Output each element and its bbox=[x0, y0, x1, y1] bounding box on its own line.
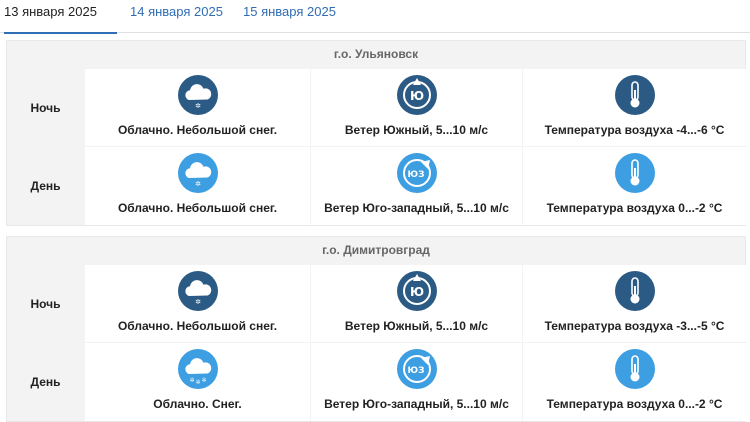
weather-cell: ✲ Облачно. Небольшой снег. bbox=[85, 69, 310, 146]
wind-text: Ветер Южный, 5...10 м/с bbox=[344, 319, 489, 333]
weather-text: Облачно. Небольшой снег. bbox=[117, 201, 278, 215]
temperature-cell: Температура воздуха 0...-2 °C bbox=[523, 147, 746, 225]
temperature-text: Температура воздуха -4...-6 °C bbox=[544, 123, 725, 137]
wind-text: Ветер Южный, 5...10 м/с bbox=[344, 123, 489, 137]
weather-cell: ✲ ✲ ✲ Облачно. Снег. bbox=[85, 343, 310, 421]
tab-15-january[interactable]: 15 января 2025 bbox=[243, 0, 336, 33]
tab-13-january[interactable]: 13 января 2025 bbox=[4, 0, 117, 34]
city-name: г.о. Ульяновск bbox=[333, 47, 419, 61]
forecast-row-day: День ✲ Облачно. Небольшой снег. ЮЗ Ветер… bbox=[7, 147, 746, 225]
wind-text: Ветер Юго-западный, 5...10 м/с bbox=[324, 397, 509, 411]
temperature-text: Температура воздуха -3...-5 °C bbox=[544, 319, 725, 333]
wind-southwest-icon: ЮЗ bbox=[396, 153, 437, 193]
period-label: Ночь bbox=[30, 100, 61, 115]
tab-14-january[interactable]: 14 января 2025 bbox=[130, 0, 223, 33]
wind-southwest-icon: ЮЗ bbox=[396, 349, 437, 389]
weather-cell: ✲ Облачно. Небольшой снег. bbox=[85, 265, 310, 342]
thermometer-icon bbox=[614, 271, 655, 311]
cloud-snow-icon: ✲ bbox=[177, 271, 218, 311]
date-tabs: 13 января 2025 14 января 2025 15 января … bbox=[0, 0, 750, 34]
period-label: День bbox=[30, 375, 61, 389]
svg-text:✲: ✲ bbox=[195, 379, 200, 386]
cloud-heavy-snow-icon: ✲ ✲ ✲ bbox=[177, 349, 218, 389]
period-label: День bbox=[30, 179, 61, 193]
thermometer-icon bbox=[614, 153, 655, 193]
weather-text: Облачно. Небольшой снег. bbox=[117, 123, 278, 137]
svg-text:✲: ✲ bbox=[195, 180, 201, 188]
thermometer-icon bbox=[614, 349, 655, 389]
weather-text: Облачно. Снег. bbox=[153, 397, 242, 411]
city-forecast-block: г.о. Димитровград Ночь ✲ Облачно. Неболь… bbox=[6, 236, 746, 422]
wind-text: Ветер Юго-западный, 5...10 м/с bbox=[324, 201, 509, 215]
thermometer-icon bbox=[614, 75, 655, 115]
temperature-text: Температура воздуха 0...-2 °C bbox=[546, 201, 723, 215]
svg-text:✲: ✲ bbox=[195, 102, 201, 110]
svg-text:✲: ✲ bbox=[201, 377, 206, 384]
svg-text:Ю: Ю bbox=[409, 89, 423, 103]
cloud-snow-icon: ✲ bbox=[177, 153, 218, 193]
cloud-snow-icon: ✲ bbox=[177, 75, 218, 115]
temperature-cell: Температура воздуха 0...-2 °C bbox=[523, 343, 746, 421]
tab-label: 13 января 2025 bbox=[4, 4, 97, 19]
wind-south-icon: Ю bbox=[396, 271, 437, 311]
wind-cell: Ю Ветер Южный, 5...10 м/с bbox=[311, 265, 522, 342]
wind-cell: ЮЗ Ветер Юго-западный, 5...10 м/с bbox=[311, 147, 522, 225]
temperature-text: Температура воздуха 0...-2 °C bbox=[546, 397, 723, 411]
wind-cell: ЮЗ Ветер Юго-западный, 5...10 м/с bbox=[311, 343, 522, 421]
tab-label: 15 января 2025 bbox=[243, 4, 336, 19]
weather-cell: ✲ Облачно. Небольшой снег. bbox=[85, 147, 310, 225]
forecast-row-day: День ✲ ✲ ✲ Облачно. Снег. ЮЗ Ветер Юго-зап… bbox=[7, 343, 746, 421]
city-name: г.о. Димитровград bbox=[322, 243, 430, 257]
svg-text:✲: ✲ bbox=[189, 377, 194, 384]
tab-label: 14 января 2025 bbox=[130, 4, 223, 19]
svg-text:✲: ✲ bbox=[195, 298, 201, 306]
wind-south-icon: Ю bbox=[396, 75, 437, 115]
period-label: Ночь bbox=[30, 296, 61, 311]
svg-text:ЮЗ: ЮЗ bbox=[407, 170, 424, 180]
city-forecast-block: г.о. Ульяновск Ночь ✲ Облачно. Небольшой… bbox=[6, 40, 746, 226]
temperature-cell: Температура воздуха -3...-5 °C bbox=[523, 265, 746, 342]
temperature-cell: Температура воздуха -4...-6 °C bbox=[523, 69, 746, 146]
weather-text: Облачно. Небольшой снег. bbox=[117, 319, 278, 333]
forecast-row-night: Ночь ✲ Облачно. Небольшой снег. Ю Ветер … bbox=[7, 69, 746, 146]
svg-text:ЮЗ: ЮЗ bbox=[407, 366, 424, 376]
forecast-row-night: Ночь ✲ Облачно. Небольшой снег. Ю Ветер … bbox=[7, 265, 746, 342]
wind-cell: Ю Ветер Южный, 5...10 м/с bbox=[311, 69, 522, 146]
svg-text:Ю: Ю bbox=[409, 285, 423, 299]
